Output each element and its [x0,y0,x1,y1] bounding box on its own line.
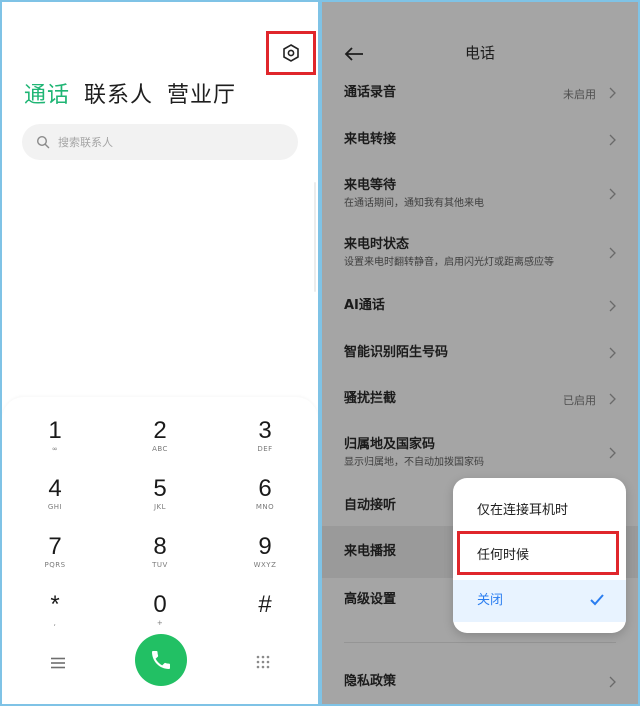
chevron-right-icon [609,134,616,146]
key-3[interactable]: 3 DEF [225,417,305,454]
check-icon [590,594,604,606]
key-digit: 1 [48,417,62,444]
key-digit: 9 [258,533,272,560]
settings-highlight-box [266,31,316,75]
row-title: 来电等待 [344,178,397,193]
chevron-right-icon [609,393,616,405]
chevron-right-icon [609,188,616,200]
tab-calls[interactable]: 通话 [24,80,70,114]
voicemail-icon: ∞ [51,445,59,453]
keypad-icon[interactable] [256,655,270,669]
key-letters: DEF [257,445,273,453]
search-icon [36,135,50,149]
row-value: 未启用 [563,88,596,101]
key-star[interactable]: * , [15,591,95,628]
key-hash[interactable]: # [225,591,305,619]
key-digit: 0 [153,591,167,618]
key-8[interactable]: 8 TUV [120,533,200,570]
row-value: 已启用 [563,394,596,407]
search-placeholder: 搜索联系人 [58,136,113,149]
key-7[interactable]: 7 PQRS [15,533,95,570]
settings-row-incoming-call-status[interactable]: 来电时状态 设置来电时翻转静音，启用闪光灯或距离感应等 [344,236,616,270]
phone-icon [152,651,170,669]
key-digit: 7 [48,533,62,560]
key-digit: 8 [153,533,167,560]
chevron-right-icon [609,247,616,259]
key-0[interactable]: 0 + [120,591,200,628]
key-letters: PQRS [44,561,66,569]
settings-row-privacy-policy[interactable]: 隐私政策 [344,673,616,691]
dialer-screen: 通话 联系人 营业厅 搜索联系人 1 ∞ 2 ABC 3 DEF 4 GHI 5… [2,2,318,704]
settings-icon[interactable] [282,44,300,62]
chevron-right-icon [609,676,616,688]
row-title: 隐私政策 [344,674,397,689]
page-title: 电话 [464,44,495,62]
key-digit: 4 [48,475,62,502]
settings-row-ai-call[interactable]: AI通话 [344,297,616,315]
chevron-right-icon [609,347,616,359]
key-1[interactable]: 1 ∞ [15,417,95,454]
settings-row-unknown-number-id[interactable]: 智能识别陌生号码 [344,344,616,362]
key-digit: # [258,591,272,618]
key-letters: + [156,619,164,627]
settings-row-call-forwarding[interactable]: 来电转接 [344,131,616,149]
key-2[interactable]: 2 ABC [120,417,200,454]
key-5[interactable]: 5 JKL [120,475,200,512]
settings-row-call-recording[interactable]: 通话录音 未启用 [344,84,616,102]
row-title: 智能识别陌生号码 [344,345,449,360]
tab-contacts[interactable]: 联系人 [84,80,153,114]
key-letters: MNO [255,503,275,511]
menu-icon[interactable] [50,657,66,669]
option-off[interactable]: 关闭 [453,580,626,622]
chevron-right-icon [609,300,616,312]
settings-row-location-country-code[interactable]: 归属地及国家码 显示归属地，不自动加拨国家码 [344,436,616,470]
chevron-right-icon [609,87,616,99]
key-9[interactable]: 9 WXYZ [225,533,305,570]
scrollbar[interactable] [314,182,316,292]
row-subtitle: 显示归属地，不自动加拨国家码 [344,457,484,468]
key-letters: , [53,619,57,627]
tab-service-hall[interactable]: 营业厅 [167,80,236,114]
option-highlight-box [457,531,619,575]
key-digit: * [50,591,60,618]
key-digit: 3 [258,417,272,444]
key-digit: 2 [153,417,167,444]
row-title: AI通话 [344,298,385,313]
option-headset-only[interactable]: 仅在连接耳机时 [453,490,626,532]
key-digit: 5 [153,475,167,502]
key-letters: ABC [152,445,168,453]
row-title: 归属地及国家码 [344,437,436,452]
chevron-right-icon [609,447,616,459]
row-subtitle: 在通话期间，通知我有其他来电 [344,198,484,209]
option-off-label: 关闭 [477,593,504,608]
row-title: 来电转接 [344,132,397,147]
settings-row-spam-blocking[interactable]: 骚扰拦截 已启用 [344,390,616,408]
key-letters: WXYZ [253,561,277,569]
divider [344,642,616,643]
search-bar[interactable]: 搜索联系人 [22,124,298,160]
key-6[interactable]: 6 MNO [225,475,305,512]
key-letters: JKL [153,503,167,511]
key-4[interactable]: 4 GHI [15,475,95,512]
call-button[interactable] [135,634,187,686]
key-letters: GHI [47,503,63,511]
row-title: 来电时状态 [344,237,410,252]
key-letters: TUV [152,561,168,569]
row-subtitle: 设置来电时翻转静音，启用闪光灯或距离感应等 [344,257,554,268]
tab-bar: 通话 联系人 营业厅 [24,80,236,114]
key-digit: 6 [258,475,272,502]
settings-row-call-waiting[interactable]: 来电等待 在通话期间，通知我有其他来电 [344,177,616,211]
